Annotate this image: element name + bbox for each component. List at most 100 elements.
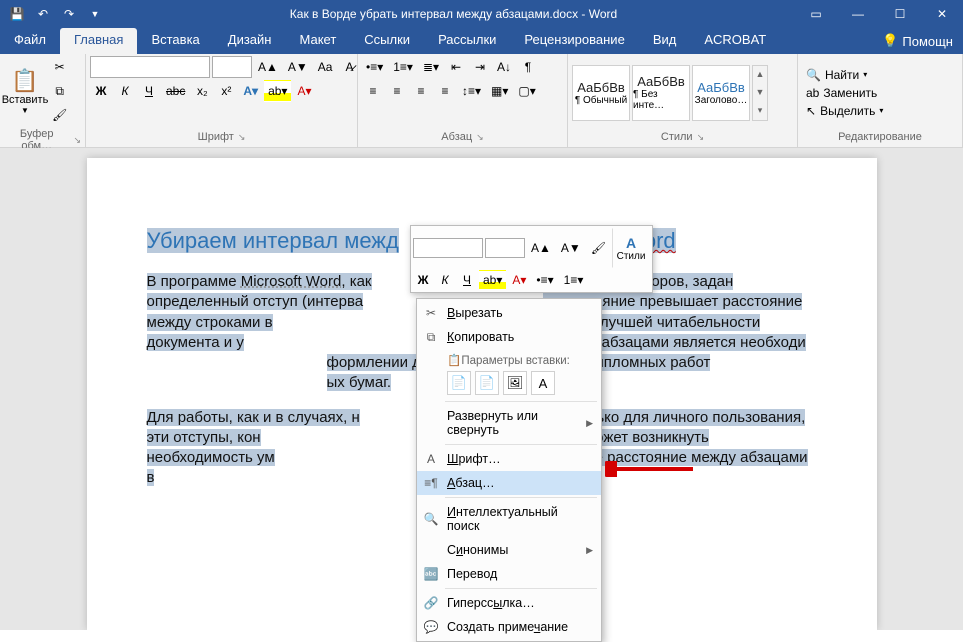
mini-font-combo[interactable]	[413, 238, 483, 258]
style-no-spacing[interactable]: АаБбВв¶ Без инте…	[632, 65, 690, 121]
paste-picture-icon[interactable]: 🖼	[503, 371, 527, 395]
font-family-combo[interactable]	[90, 56, 210, 78]
ctx-copy[interactable]: ⧉Копировать	[417, 325, 601, 349]
tab-insert[interactable]: Вставка	[137, 28, 213, 54]
group-editing: 🔍Найти ▾ abЗаменить ↖Выделить ▾ Редактир…	[798, 54, 963, 147]
replace-button[interactable]: abЗаменить	[802, 84, 887, 102]
ribbon-tabs: Файл Главная Вставка Дизайн Макет Ссылки…	[0, 28, 963, 54]
superscript-button[interactable]: x²	[215, 80, 237, 102]
search-icon: 🔍	[423, 512, 439, 526]
translate-icon: 🔤	[423, 567, 439, 581]
maximize-icon[interactable]: ☐	[879, 0, 921, 28]
font-size-combo[interactable]	[212, 56, 252, 78]
styles-scroll-down[interactable]: ▼	[756, 87, 765, 97]
strike-button[interactable]: abc	[162, 80, 189, 102]
grow-font-icon[interactable]: A▲	[254, 56, 282, 78]
borders-icon[interactable]: ▢▾	[514, 80, 539, 102]
ctx-cut[interactable]: ✂ВВырезатьырезать	[417, 301, 601, 325]
subscript-button[interactable]: x₂	[191, 80, 213, 102]
increase-indent-icon[interactable]: ⇥	[469, 56, 491, 78]
text-effects-icon[interactable]: A▾	[239, 80, 262, 102]
multilevel-icon[interactable]: ≣▾	[419, 56, 443, 78]
clipboard-icon: 📋	[11, 68, 38, 94]
font-dialog-launcher[interactable]: ↘	[238, 132, 246, 143]
ctx-expand-collapse[interactable]: Развернуть или свернуть▶	[417, 404, 601, 442]
mini-numbering-icon[interactable]: 1≡▾	[560, 270, 588, 290]
highlight-icon[interactable]: ab▾	[264, 80, 291, 102]
ctx-new-comment[interactable]: 💬Создать примечание	[417, 615, 601, 639]
tab-home[interactable]: Главная	[60, 28, 137, 54]
change-case-button[interactable]: Aa	[314, 56, 337, 78]
tab-references[interactable]: Ссылки	[350, 28, 424, 54]
ctx-hyperlink[interactable]: 🔗Гиперссылка…	[417, 591, 601, 615]
align-right-icon[interactable]: ≡	[410, 80, 432, 102]
save-icon[interactable]: 💾	[6, 3, 28, 25]
mini-size-combo[interactable]	[485, 238, 525, 258]
underline-button[interactable]: Ч	[138, 80, 160, 102]
mini-shrink-icon[interactable]: A▼	[557, 238, 585, 258]
qat-customize-icon[interactable]: ▼	[84, 3, 106, 25]
clipboard-dialog-launcher[interactable]: ↘	[73, 135, 81, 146]
show-marks-icon[interactable]: ¶	[517, 56, 539, 78]
ctx-font[interactable]: AШрифт…	[417, 447, 601, 471]
ctx-paragraph[interactable]: ≡¶Абзац…	[417, 471, 601, 495]
cut-icon[interactable]: ✂	[48, 56, 71, 78]
shrink-font-icon[interactable]: A▼	[284, 56, 312, 78]
tab-design[interactable]: Дизайн	[214, 28, 286, 54]
mini-font-color-icon[interactable]: A▾	[508, 270, 530, 290]
style-heading1[interactable]: АаБбВвЗаголово…	[692, 65, 750, 121]
paragraph-dialog-launcher[interactable]: ↘	[476, 132, 484, 143]
paste-text-only-icon[interactable]: A	[531, 371, 555, 395]
font-color-icon[interactable]: A▾	[293, 80, 315, 102]
format-painter-icon[interactable]: 🖌	[48, 104, 71, 126]
tab-file[interactable]: Файл	[0, 28, 60, 54]
annotation-arrow	[605, 461, 695, 477]
ctx-translate[interactable]: 🔤Перевод	[417, 562, 601, 586]
ctx-synonyms[interactable]: Синонимы▶	[417, 538, 601, 562]
ribbon-options-icon[interactable]: ▭	[795, 0, 837, 28]
mini-bold[interactable]: Ж	[413, 270, 433, 290]
styles-expand[interactable]: ▾	[758, 105, 763, 116]
redo-icon[interactable]: ↷	[58, 3, 80, 25]
mini-format-painter-icon[interactable]: 🖌	[587, 238, 610, 258]
numbering-icon[interactable]: 1≡▾	[389, 56, 417, 78]
tab-layout[interactable]: Макет	[285, 28, 350, 54]
tell-me[interactable]: 💡 Помощн	[872, 28, 963, 54]
mini-bullets-icon[interactable]: •≡▾	[532, 270, 557, 290]
styles-scroll-up[interactable]: ▲	[756, 69, 765, 79]
paste-keep-source-icon[interactable]: 📄	[447, 371, 471, 395]
mini-grow-icon[interactable]: A▲	[527, 238, 555, 258]
group-clipboard: 📋 Вставить ▼ ✂ ⧉ 🖌 Буфер обм…↘	[0, 54, 86, 147]
styles-dialog-launcher[interactable]: ↘	[697, 132, 705, 143]
mini-italic[interactable]: К	[435, 270, 455, 290]
align-left-icon[interactable]: ≡	[362, 80, 384, 102]
close-icon[interactable]: ✕	[921, 0, 963, 28]
align-center-icon[interactable]: ≡	[386, 80, 408, 102]
line-spacing-icon[interactable]: ↕≡▾	[458, 80, 485, 102]
mini-styles-button[interactable]: AСтили	[612, 228, 650, 268]
paste-button[interactable]: 📋 Вставить ▼	[4, 66, 46, 117]
justify-icon[interactable]: ≡	[434, 80, 456, 102]
shading-icon[interactable]: ▦▾	[487, 80, 512, 102]
bullets-icon[interactable]: •≡▾	[362, 56, 387, 78]
ctx-smart-lookup[interactable]: 🔍Интеллектуальный поиск	[417, 500, 601, 538]
decrease-indent-icon[interactable]: ⇤	[445, 56, 467, 78]
mini-highlight-icon[interactable]: ab▾	[479, 270, 506, 290]
sort-icon[interactable]: A↓	[493, 56, 515, 78]
style-normal[interactable]: АаБбВв¶ Обычный	[572, 65, 630, 121]
copy-icon[interactable]: ⧉	[48, 80, 71, 102]
paste-merge-icon[interactable]: 📄	[475, 371, 499, 395]
cursor-icon: ↖	[806, 104, 816, 118]
mini-underline[interactable]: Ч	[457, 270, 477, 290]
undo-icon[interactable]: ↶	[32, 3, 54, 25]
tab-review[interactable]: Рецензирование	[510, 28, 638, 54]
find-button[interactable]: 🔍Найти ▾	[802, 66, 887, 84]
italic-button[interactable]: К	[114, 80, 136, 102]
font-a-icon: A	[423, 452, 439, 466]
tab-acrobat[interactable]: ACROBAT	[690, 28, 780, 54]
tab-mailings[interactable]: Рассылки	[424, 28, 510, 54]
select-button[interactable]: ↖Выделить ▾	[802, 102, 887, 120]
tab-view[interactable]: Вид	[639, 28, 691, 54]
bold-button[interactable]: Ж	[90, 80, 112, 102]
minimize-icon[interactable]: —	[837, 0, 879, 28]
